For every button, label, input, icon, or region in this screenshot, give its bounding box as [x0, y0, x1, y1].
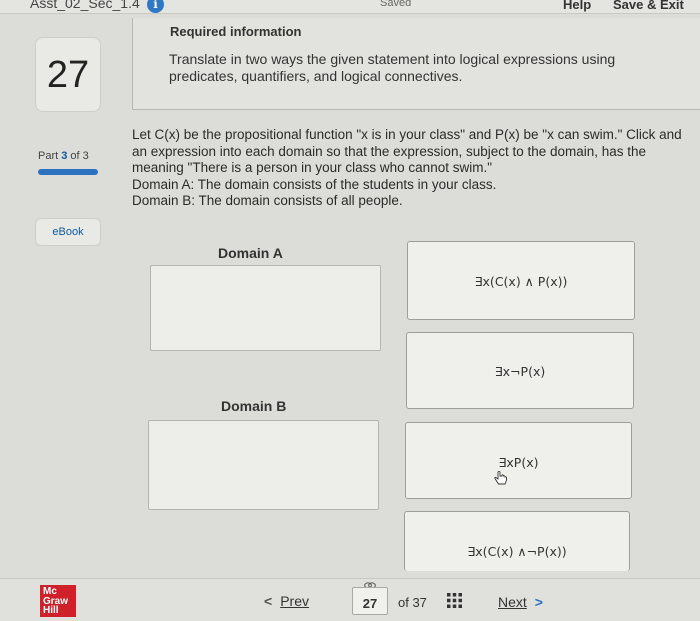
option-label: ∃x(C(x) ∧ P(x))	[474, 274, 568, 289]
question-line: meaning "There is a person in your class…	[132, 160, 492, 175]
chevron-left-icon: <	[264, 593, 273, 609]
option-card[interactable]: ∃x(C(x) ∧ P(x))	[407, 241, 635, 320]
option-card[interactable]: ∃x¬P(x)	[406, 332, 634, 409]
mcgraw-hill-logo: Mc Graw Hill	[40, 585, 76, 617]
required-info-text: Translate in two ways the given statemen…	[169, 51, 616, 84]
assignment-title: Asst_02_Sec_1.4	[30, 0, 140, 11]
grid-icon[interactable]	[447, 593, 462, 608]
part-prefix: Part	[38, 150, 62, 162]
save-exit-button[interactable]: Save & Exit	[613, 0, 684, 12]
hand-pointer-icon	[494, 470, 507, 485]
domain-b-drop-zone[interactable]	[148, 420, 379, 510]
question-number-box: 27	[35, 37, 101, 112]
prev-label: Prev	[280, 593, 309, 609]
option-label: ∃x(C(x) ∧¬P(x))	[467, 544, 567, 559]
option-label: ∃xP(x)	[498, 455, 539, 470]
part-suffix: of 3	[67, 150, 89, 162]
question-line: an expression into each domain so that t…	[132, 143, 647, 159]
page-total: of 37	[398, 595, 427, 610]
chevron-right-icon: >	[534, 594, 543, 610]
option-card[interactable]: ∃x(C(x) ∧¬P(x))	[404, 511, 630, 571]
question-text: Let C(x) be the propositional function "…	[132, 127, 700, 210]
part-progress-bar	[38, 169, 98, 175]
page-number-box[interactable]: 27	[352, 587, 388, 615]
domain-a-drop-zone[interactable]	[150, 265, 381, 351]
domain-a-label: Domain A	[218, 245, 283, 261]
question-line: Domain A: The domain consists of the stu…	[132, 176, 497, 192]
logo-line: Hill	[43, 605, 59, 616]
option-card[interactable]: ∃xP(x)	[405, 422, 632, 499]
save-status: Saved	[380, 0, 412, 9]
footer-bar	[0, 578, 700, 621]
question-line: Let C(x) be the propositional function "…	[132, 127, 682, 142]
next-label: Next	[498, 594, 527, 610]
ebook-button[interactable]: eBook	[35, 218, 101, 246]
domain-b-label: Domain B	[221, 398, 287, 414]
next-button[interactable]: Next >	[498, 594, 543, 610]
help-button[interactable]: Help	[563, 0, 591, 12]
question-number: 27	[46, 54, 90, 96]
option-label: ∃x¬P(x)	[494, 364, 546, 379]
question-line: Domain B: The domain consists of all peo…	[132, 193, 403, 208]
part-indicator: Part 3 of 3	[38, 150, 89, 162]
current-page: 27	[362, 596, 378, 611]
prev-button[interactable]: < Prev	[264, 593, 309, 609]
required-info-title: Required information	[170, 24, 302, 39]
